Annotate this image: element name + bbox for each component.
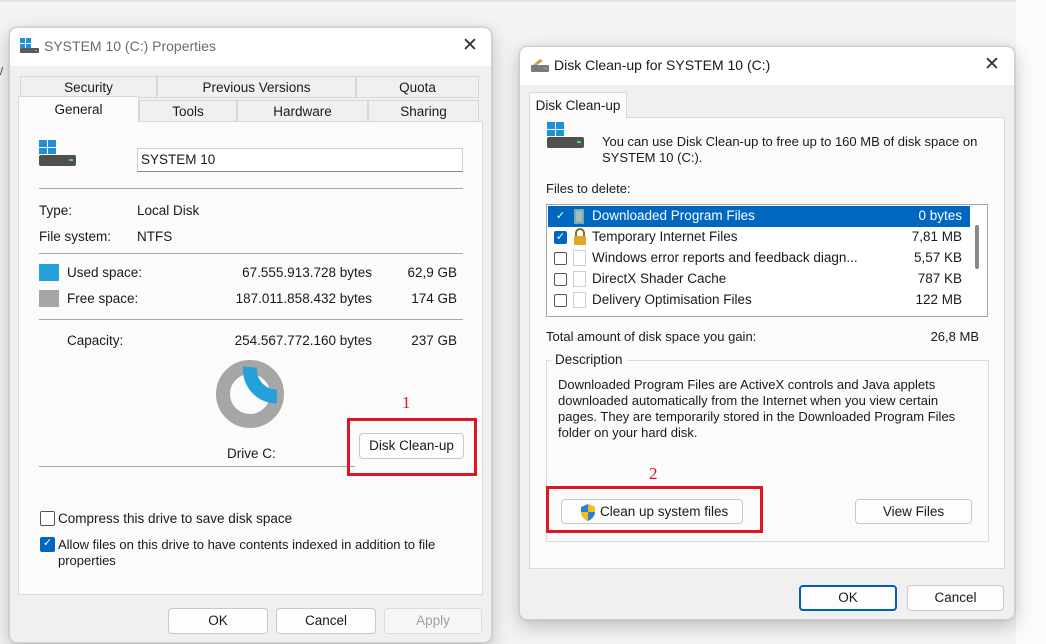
list-item[interactable]: Delivery Optimisation Files 122 MB — [548, 290, 970, 311]
file-checkbox[interactable]: ✓ — [554, 231, 567, 244]
drive-icon — [547, 122, 584, 148]
tab-general[interactable]: General — [18, 96, 139, 122]
properties-dialog: SYSTEM 10 (C:) Properties ✕ Security Pre… — [9, 27, 492, 643]
free-space-label: Free space: — [67, 291, 139, 306]
close-icon[interactable]: ✕ — [458, 34, 482, 58]
file-size: 7,81 MB — [911, 229, 962, 244]
highlight-box-1 — [347, 418, 477, 476]
used-space-bytes: 67.555.913.728 bytes — [242, 265, 372, 280]
files-list[interactable]: ✓ Downloaded Program Files 0 bytes ✓ Tem… — [546, 204, 988, 317]
tab-previous-versions[interactable]: Previous Versions — [157, 76, 356, 98]
capacity-gb: 237 GB — [411, 333, 457, 348]
file-checkbox[interactable] — [554, 252, 567, 265]
file-checkbox[interactable]: ✓ — [554, 210, 567, 223]
drive-name-value: SYSTEM 10 — [141, 152, 216, 167]
divider — [39, 319, 463, 320]
properties-titlebar: SYSTEM 10 (C:) Properties ✕ — [10, 28, 491, 66]
background-fragment: / — [0, 66, 4, 78]
file-size: 787 KB — [917, 271, 962, 286]
type-value: Local Disk — [137, 203, 200, 218]
total-gain-label: Total amount of disk space you gain: — [546, 329, 757, 344]
description-label: Description — [551, 352, 627, 367]
lock-icon — [574, 228, 586, 245]
file-icon — [573, 271, 586, 287]
free-space-gb: 174 GB — [411, 291, 457, 306]
list-item[interactable]: Windows error reports and feedback diagn… — [548, 248, 970, 269]
list-scrollbar[interactable] — [975, 225, 979, 269]
index-checkbox[interactable]: ✓ — [40, 537, 55, 552]
file-system-value: NTFS — [137, 229, 173, 244]
cleanup-icon — [531, 59, 549, 72]
general-panel: SYSTEM 10 Type: Local Disk File system: … — [18, 121, 483, 595]
capacity-label: Capacity: — [67, 333, 124, 348]
background-strip — [0, 0, 1046, 2]
intro-text: You can use Disk Clean-up to free up to … — [602, 134, 978, 149]
description-line: pages. They are temporarily stored in th… — [558, 409, 956, 424]
tab-tools[interactable]: Tools — [139, 100, 237, 122]
file-name: Delivery Optimisation Files — [592, 292, 752, 307]
usage-donut-chart — [216, 360, 284, 428]
ok-button[interactable]: OK — [168, 608, 268, 634]
compress-checkbox[interactable] — [40, 511, 55, 526]
used-space-label: Used space: — [67, 265, 143, 280]
divider — [39, 188, 463, 189]
free-space-bytes: 187.011.858.432 bytes — [235, 291, 372, 306]
file-checkbox[interactable] — [554, 273, 567, 286]
tab-security[interactable]: Security — [20, 76, 157, 98]
file-icon — [573, 292, 586, 308]
index-label-cont: properties — [58, 553, 116, 568]
capacity-bytes: 254.567.772.160 bytes — [234, 333, 372, 348]
drive-icon — [39, 140, 76, 166]
background-window-edge — [1016, 0, 1046, 644]
list-item[interactable]: ✓ Downloaded Program Files 0 bytes — [548, 206, 970, 227]
type-label: Type: — [39, 203, 73, 218]
file-size: 0 bytes — [918, 208, 962, 223]
divider — [39, 253, 463, 254]
file-icon — [573, 250, 586, 266]
file-name: Downloaded Program Files — [592, 208, 755, 223]
tab-sharing[interactable]: Sharing — [368, 100, 479, 122]
files-to-delete-label: Files to delete: — [546, 181, 631, 196]
step-number-2: 2 — [649, 464, 658, 483]
cancel-button[interactable]: Cancel — [276, 608, 376, 634]
used-space-gb: 62,9 GB — [407, 265, 457, 280]
index-label: Allow files on this drive to have conten… — [58, 537, 436, 552]
description-line: Downloaded Program Files are ActiveX con… — [558, 377, 936, 392]
apply-button[interactable]: Apply — [384, 608, 482, 634]
folder-icon — [574, 209, 584, 224]
list-item[interactable]: DirectX Shader Cache 787 KB — [548, 269, 970, 290]
total-gain-value: 26,8 MB — [930, 329, 979, 344]
file-system-label: File system: — [39, 229, 112, 244]
description-line: folder on your hard disk. — [558, 425, 698, 440]
file-name: Windows error reports and feedback diagn… — [592, 250, 858, 265]
divider — [39, 466, 355, 467]
file-size: 5,57 KB — [913, 250, 962, 265]
free-space-swatch — [39, 290, 59, 307]
disk-cleanup-dialog: Disk Clean-up for SYSTEM 10 (C:) ✕ Disk … — [519, 46, 1015, 620]
cleanup-title: Disk Clean-up for SYSTEM 10 (C:) — [554, 57, 771, 73]
compress-label: Compress this drive to save disk space — [58, 511, 293, 526]
close-icon[interactable]: ✕ — [980, 53, 1004, 77]
ok-button[interactable]: OK — [799, 585, 897, 611]
properties-title: SYSTEM 10 (C:) Properties — [44, 38, 216, 54]
drive-name-field[interactable]: SYSTEM 10 — [137, 148, 463, 172]
step-number-1: 1 — [402, 393, 411, 412]
description-line: downloaded automatically from the Intern… — [558, 393, 939, 408]
file-name: Temporary Internet Files — [592, 229, 738, 244]
cleanup-titlebar: Disk Clean-up for SYSTEM 10 (C:) ✕ — [520, 47, 1014, 85]
drive-label: Drive C: — [227, 446, 276, 461]
tab-hardware[interactable]: Hardware — [237, 100, 368, 122]
file-checkbox[interactable] — [554, 294, 567, 307]
drive-icon — [20, 38, 39, 53]
file-name: DirectX Shader Cache — [592, 271, 727, 286]
used-space-swatch — [39, 264, 59, 281]
tab-quota[interactable]: Quota — [356, 76, 479, 98]
list-item[interactable]: ✓ Temporary Internet Files 7,81 MB — [548, 227, 970, 248]
view-files-button[interactable]: View Files — [855, 499, 972, 524]
cancel-button[interactable]: Cancel — [907, 585, 1004, 611]
file-size: 122 MB — [915, 292, 962, 307]
intro-text-cont: SYSTEM 10 (C:). — [602, 150, 703, 165]
highlight-box-2 — [546, 486, 763, 533]
tab-disk-cleanup[interactable]: Disk Clean-up — [529, 92, 627, 118]
